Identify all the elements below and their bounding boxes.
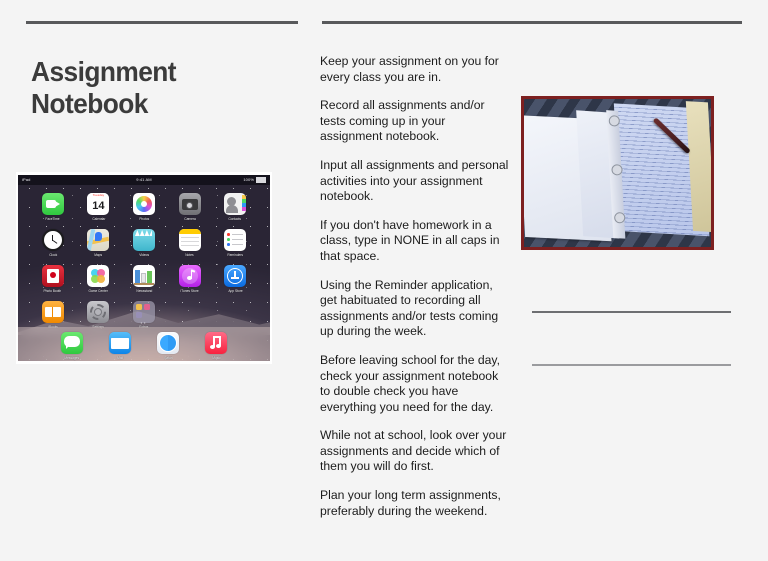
app-safari: Safari [157, 332, 179, 360]
app-label: Calendar [91, 217, 105, 221]
app-music: Music [205, 332, 227, 360]
app-label: Game Center [88, 289, 109, 293]
reminders-icon [224, 229, 247, 251]
app-label: Messages [64, 356, 80, 360]
app-label: Photo Booth [43, 289, 62, 293]
notebook-photo [521, 96, 714, 250]
newsstand-icon [132, 265, 155, 287]
slide: Assignment Notebook iPad 9:41 AM 100% Fa… [0, 0, 768, 561]
app-label: Maps [94, 253, 103, 257]
binder-illustration [524, 101, 711, 247]
contacts-icon [224, 193, 247, 215]
app-label: Newsstand [136, 289, 152, 293]
notes-icon [178, 229, 201, 251]
ipad-status-bar: iPad 9:41 AM 100% [18, 175, 270, 185]
app-mail: Mail [109, 332, 131, 360]
app-maps: Maps [76, 229, 122, 264]
body-paragraph: Keep your assignment on you for every cl… [320, 54, 499, 84]
top-rule-left [26, 21, 298, 24]
app-label: Photos [138, 217, 150, 221]
app-game-center: Game Center [76, 265, 122, 300]
app-label: App Store [228, 289, 243, 293]
body-paragraph: Input all assignments and personal activ… [320, 157, 509, 204]
app-itunes-store: iTunes Store [167, 265, 213, 300]
app-notes: Notes [167, 229, 213, 264]
app-label: Reminders [227, 253, 243, 257]
app-reminders: Reminders [212, 229, 258, 264]
facetime-icon [41, 193, 64, 215]
app-label: Camera [183, 217, 196, 221]
body-paragraph: Record all assignments and/or tests comi… [320, 98, 485, 144]
app-label: Notes [185, 253, 194, 257]
app-camera: Camera [167, 193, 213, 228]
game-center-icon [87, 265, 110, 287]
body-paragraph: While not at school, look over your assi… [320, 428, 507, 474]
body-paragraph: Using the Reminder application, get habi… [320, 277, 499, 339]
app-clock: Clock [30, 229, 76, 264]
app-videos: Videos [121, 229, 167, 264]
clock-icon [41, 229, 64, 251]
app-label: Contacts [228, 217, 242, 221]
maps-icon [87, 229, 110, 251]
app-label: Safari [163, 356, 173, 360]
camera-icon [178, 193, 201, 215]
ipad-dock: Messages Mail Safari Music [18, 327, 270, 361]
messages-icon [61, 332, 83, 354]
safari-icon [157, 332, 179, 354]
photos-icon [132, 193, 155, 215]
page-indicator-dots: •• [140, 320, 148, 325]
status-bar-time: 9:41 AM [136, 177, 152, 182]
app-contacts: Contacts [212, 193, 258, 228]
ipad-screen: iPad 9:41 AM 100% FaceTime Tuesday 14 Calen… [18, 175, 270, 361]
calendar-icon: Tuesday 14 [87, 193, 110, 215]
app-photos: Photos [121, 193, 167, 228]
ipad-home-screen-image: iPad 9:41 AM 100% FaceTime Tuesday 14 Calen… [16, 172, 272, 364]
app-messages: Messages [61, 332, 83, 360]
app-label: Music [211, 356, 221, 360]
page-title: Assignment Notebook [31, 56, 177, 120]
body-text-column: Keep your assignment on you for every cl… [320, 54, 510, 532]
app-label: Clock [48, 253, 57, 257]
app-app-store: App Store [212, 265, 258, 300]
ipad-icon-grid: FaceTime Tuesday 14 Calendar Photos Camera Con… [18, 187, 270, 337]
app-facetime: FaceTime [30, 193, 76, 228]
right-column-divider-2 [532, 364, 731, 366]
photo-booth-icon [41, 265, 64, 287]
app-label: iTunes Store [180, 289, 199, 293]
app-newsstand: Newsstand [121, 265, 167, 300]
body-paragraph: Plan your long term assignments, prefera… [320, 488, 501, 518]
body-paragraph: Before leaving school for the day, check… [320, 352, 500, 414]
app-store-icon [224, 265, 247, 287]
top-rule-right [322, 21, 742, 24]
mail-icon [109, 332, 131, 354]
app-label: Mail [117, 356, 123, 360]
app-photo-booth: Photo Booth [30, 265, 76, 300]
right-column-divider-1 [532, 311, 731, 313]
app-label: FaceTime [45, 217, 60, 221]
app-calendar: Tuesday 14 Calendar [76, 193, 122, 228]
app-label: Videos [139, 253, 149, 257]
body-paragraph: If you don't have homework in a class, t… [320, 217, 500, 263]
videos-icon [132, 229, 155, 251]
music-icon [205, 332, 227, 354]
itunes-store-icon [178, 265, 201, 287]
